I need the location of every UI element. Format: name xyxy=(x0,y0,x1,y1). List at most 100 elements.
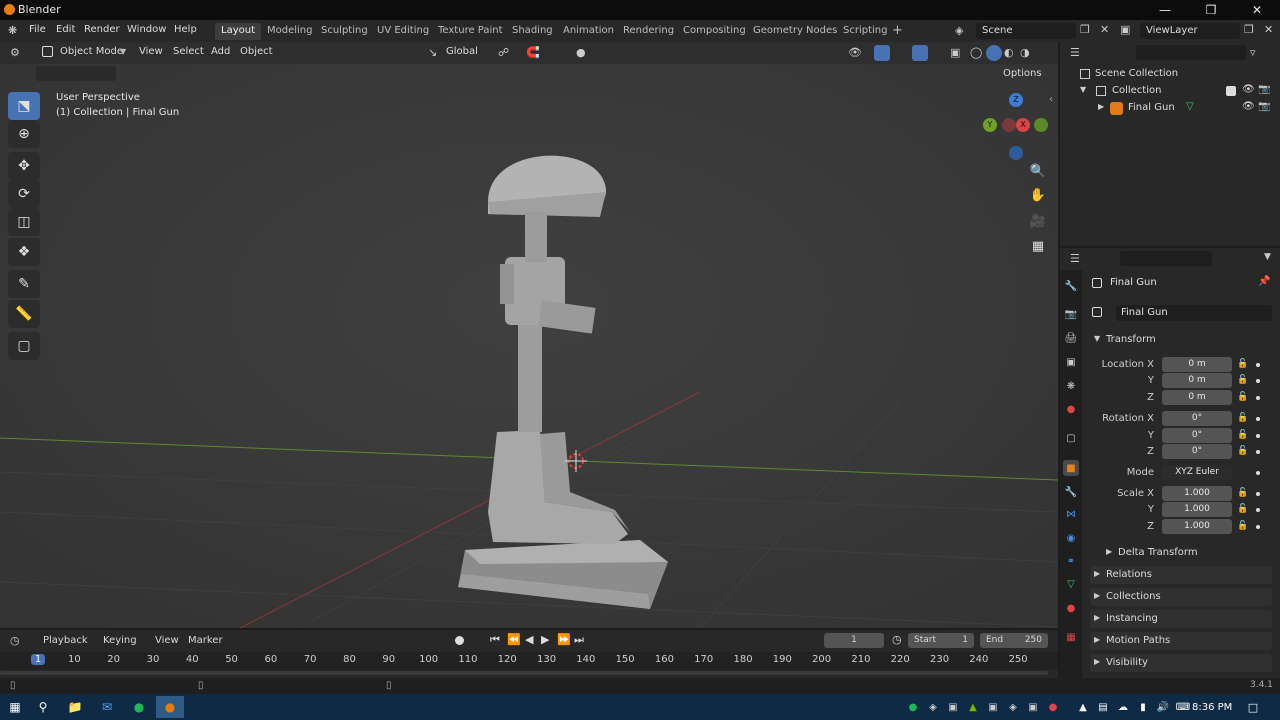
taskbar-clock[interactable]: 8:36 PM xyxy=(1192,702,1232,713)
gizmo-x-axis[interactable]: X xyxy=(1016,118,1030,132)
start-frame-field[interactable]: Start 1 xyxy=(908,633,974,648)
rotation-z-field[interactable]: 0° xyxy=(1162,444,1232,459)
use-preview-range-icon[interactable]: ◷ xyxy=(892,633,902,646)
cursor-tool[interactable]: ⊕ xyxy=(8,120,40,148)
timeline-menu-playback[interactable]: Playback xyxy=(43,635,88,646)
menu-render[interactable]: Render xyxy=(84,24,120,35)
expand-arrow-icon[interactable]: ▶ xyxy=(1098,102,1104,111)
delta-transform-header[interactable]: ▶ Delta Transform xyxy=(1102,544,1272,562)
scene-tab-icon[interactable]: ❋ xyxy=(1063,378,1079,394)
timeline-menu-marker[interactable]: Marker xyxy=(188,635,223,646)
rotation-x-field[interactable]: 0° xyxy=(1162,411,1232,426)
jump-start-icon[interactable]: ⏮ xyxy=(490,633,500,647)
close-button[interactable]: ✕ xyxy=(1234,0,1280,20)
pan-hand-icon[interactable]: ✋ xyxy=(1026,184,1050,206)
modifier-tab-icon[interactable]: 🔧 xyxy=(1063,484,1079,500)
texture-tab-icon[interactable]: ▦ xyxy=(1063,629,1079,645)
gizmo-neg-y[interactable] xyxy=(1034,118,1048,132)
instancing-panel-header[interactable]: ▶ Instancing xyxy=(1090,610,1272,628)
outliner-row-final-gun[interactable]: ▶ Final Gun ▽ 👁 📷 xyxy=(1060,101,1280,118)
camera-view-icon[interactable]: 🎥 xyxy=(1026,210,1050,232)
spotify-icon[interactable]: ● xyxy=(130,698,148,716)
scale-x-field[interactable]: 1.000 xyxy=(1162,486,1232,501)
tab-uv-editing[interactable]: UV Editing xyxy=(371,23,435,40)
keyframe-dot[interactable] xyxy=(1256,471,1260,475)
eye-icon[interactable]: 👁 xyxy=(1242,84,1255,95)
annotate-tool[interactable]: ✎ xyxy=(8,270,40,298)
gizmo-toggle-icon[interactable] xyxy=(874,45,890,61)
material-tab-icon[interactable]: ● xyxy=(1063,600,1079,616)
tab-layout[interactable]: Layout xyxy=(215,23,261,40)
motion-paths-panel-header[interactable]: ▶ Motion Paths xyxy=(1090,632,1272,650)
select-box-tool[interactable]: ⬔ xyxy=(8,92,40,120)
volume-icon[interactable]: 🔊 xyxy=(1154,698,1172,716)
battery-icon[interactable]: ▮ xyxy=(1134,698,1152,716)
tab-compositing[interactable]: Compositing xyxy=(677,23,752,40)
tab-rendering[interactable]: Rendering xyxy=(617,23,680,40)
tab-sculpting[interactable]: Sculpting xyxy=(315,23,374,40)
properties-editor-icon[interactable]: ☰ xyxy=(1070,252,1080,265)
tab-animation[interactable]: Animation xyxy=(557,23,620,40)
maximize-button[interactable]: ❐ xyxy=(1188,0,1234,20)
xray-icon[interactable]: ▣ xyxy=(950,46,960,59)
transform-orientation-dropdown[interactable]: Global xyxy=(446,46,478,57)
particles-tab-icon[interactable]: ⋈ xyxy=(1063,506,1079,522)
keyframe-dot[interactable] xyxy=(1256,434,1260,438)
tab-texture-paint[interactable]: Texture Paint xyxy=(432,23,509,40)
view-layer-icon[interactable]: ▣ xyxy=(1120,23,1130,36)
lock-icon[interactable]: 🔓 xyxy=(1237,430,1248,440)
viewport-menu-view[interactable]: View xyxy=(139,46,163,57)
location-z-field[interactable]: 0 m xyxy=(1162,390,1232,405)
zoom-icon[interactable]: 🔍 xyxy=(1026,160,1050,182)
gizmo-neg-x[interactable] xyxy=(1002,118,1016,132)
blender-taskbar-icon[interactable]: ● xyxy=(156,696,184,718)
move-tool[interactable]: ✥ xyxy=(8,152,40,180)
keyframe-dot[interactable] xyxy=(1256,525,1260,529)
object-data-type-icon[interactable] xyxy=(1092,307,1102,317)
delete-scene-icon[interactable]: ✕ xyxy=(1100,23,1109,36)
tab-scripting[interactable]: Scripting xyxy=(837,23,893,40)
exclude-checkbox[interactable] xyxy=(1226,86,1236,96)
camera-render-icon[interactable]: 📷 xyxy=(1258,84,1270,95)
collections-panel-header[interactable]: ▶ Collections xyxy=(1090,588,1272,606)
tray-overflow-icon[interactable]: ▲ xyxy=(1074,698,1092,716)
cloud-icon[interactable]: ☁ xyxy=(1114,698,1132,716)
tray-app-icon[interactable]: ▣ xyxy=(984,698,1002,716)
view-layer-tab-icon[interactable]: ▣ xyxy=(1063,354,1079,370)
menu-help[interactable]: Help xyxy=(174,24,197,35)
tab-geometry-nodes[interactable]: Geometry Nodes xyxy=(747,23,843,40)
keyframe-dot[interactable] xyxy=(1256,508,1260,512)
tray-app-icon[interactable]: ● xyxy=(1044,698,1062,716)
rotation-y-field[interactable]: 0° xyxy=(1162,428,1232,443)
object-tab-icon[interactable]: ■ xyxy=(1063,460,1079,476)
mode-dropdown[interactable]: Object Mode xyxy=(60,46,123,57)
rotation-mode-dropdown[interactable]: XYZ Euler xyxy=(1162,465,1232,480)
scene-name-field[interactable]: Scene xyxy=(976,23,1076,39)
play-reverse-icon[interactable]: ◀ xyxy=(525,633,533,646)
lock-icon[interactable]: 🔓 xyxy=(1237,488,1248,498)
lock-icon[interactable]: 🔓 xyxy=(1237,521,1248,531)
current-frame-field[interactable]: 1 xyxy=(824,633,884,648)
gizmo-neg-z[interactable] xyxy=(1009,146,1023,160)
lock-icon[interactable]: 🔓 xyxy=(1237,375,1248,385)
menu-window[interactable]: Window xyxy=(127,24,166,35)
collapse-sidebar-icon[interactable]: ‹ xyxy=(1049,94,1053,105)
location-x-field[interactable]: 0 m xyxy=(1162,357,1232,372)
physics-tab-icon[interactable]: ◉ xyxy=(1063,530,1079,546)
lock-icon[interactable]: 🔓 xyxy=(1237,504,1248,514)
visibility-icon[interactable]: 👁 xyxy=(848,46,862,59)
gizmo-z-axis[interactable]: Z xyxy=(1009,93,1023,107)
lock-icon[interactable]: 🔓 xyxy=(1237,413,1248,423)
tab-shading[interactable]: Shading xyxy=(506,23,559,40)
rotate-tool[interactable]: ⟳ xyxy=(8,180,40,208)
blender-menu-icon[interactable]: ❋ xyxy=(8,24,17,37)
outliner-editor-icon[interactable]: ☰ xyxy=(1070,46,1080,59)
record-button[interactable] xyxy=(455,636,464,645)
new-scene-icon[interactable]: ❐ xyxy=(1080,23,1090,36)
editor-type-icon[interactable]: ⚙ xyxy=(10,46,20,59)
location-y-field[interactable]: 0 m xyxy=(1162,373,1232,388)
object-name-field[interactable]: Final Gun xyxy=(1116,305,1272,321)
menu-file[interactable]: File xyxy=(29,24,46,35)
view-layer-field[interactable]: ViewLayer xyxy=(1140,23,1240,39)
outliner-search-input[interactable] xyxy=(1136,45,1246,60)
